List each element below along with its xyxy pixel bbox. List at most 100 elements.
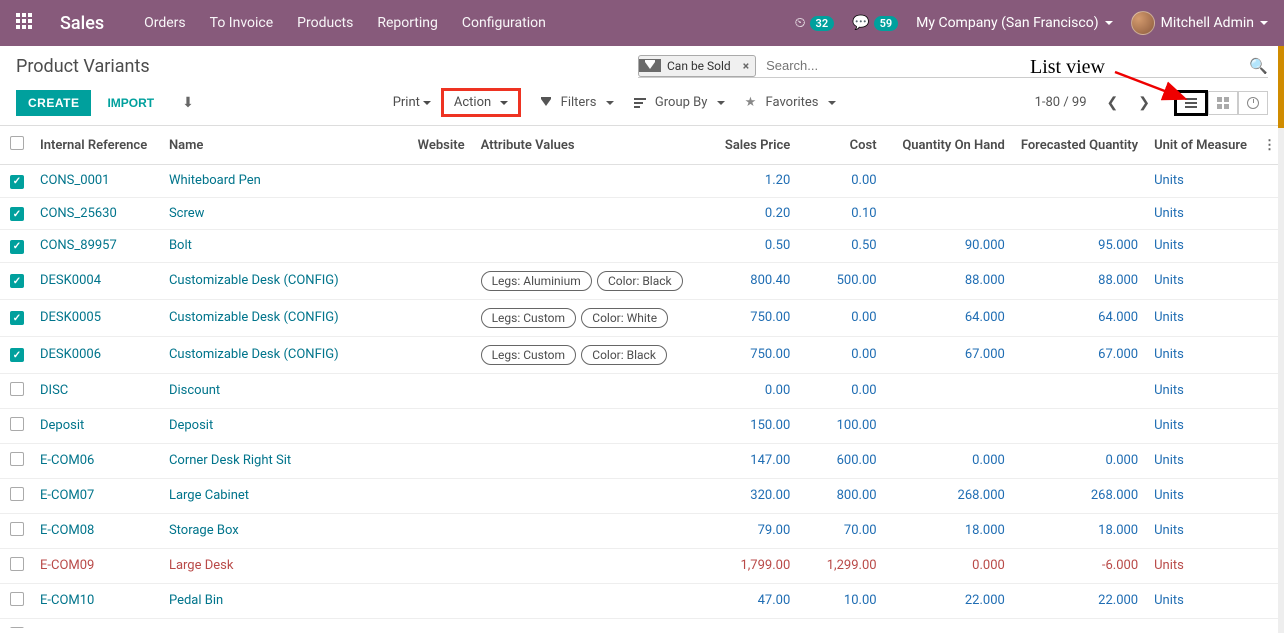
- cell-fq[interactable]: [1013, 373, 1146, 408]
- cell-fq[interactable]: 22.000: [1013, 583, 1146, 618]
- table-row[interactable]: E-COM11Cabinet with Doors14.0012.50128.0…: [0, 618, 1284, 628]
- cell-name[interactable]: Whiteboard Pen: [169, 173, 261, 188]
- cell-name[interactable]: Customizable Desk (CONFIG): [169, 310, 339, 325]
- cell-cost[interactable]: 0.50: [798, 230, 884, 263]
- column-options[interactable]: ⋮: [1263, 138, 1276, 153]
- table-row[interactable]: E-COM07Large Cabinet320.00800.00268.0002…: [0, 478, 1284, 513]
- cell-website[interactable]: [410, 618, 473, 628]
- cell-cost[interactable]: 600.00: [798, 443, 884, 478]
- row-checkbox[interactable]: ✓: [10, 175, 24, 189]
- row-checkbox[interactable]: [10, 627, 24, 629]
- cell-website[interactable]: [410, 197, 473, 230]
- nav-to-invoice[interactable]: To Invoice: [210, 15, 274, 31]
- table-row[interactable]: ✓CONS_25630Screw0.200.10Units: [0, 197, 1284, 230]
- cell-fq[interactable]: [1013, 197, 1146, 230]
- cell-ref[interactable]: Deposit: [40, 418, 84, 433]
- cell-sales-price[interactable]: 150.00: [693, 408, 799, 443]
- cell-name[interactable]: Large Desk: [169, 558, 234, 573]
- row-checkbox[interactable]: [10, 382, 24, 396]
- header-ref[interactable]: Internal Reference: [32, 126, 161, 165]
- cell-fq[interactable]: 64.000: [1013, 299, 1146, 336]
- cell-fq[interactable]: -6.000: [1013, 548, 1146, 583]
- row-checkbox[interactable]: [10, 417, 24, 431]
- cell-name[interactable]: Deposit: [169, 418, 213, 433]
- scrollbar[interactable]: [1278, 46, 1284, 633]
- table-row[interactable]: E-COM09Large Desk1,799.001,299.000.000-6…: [0, 548, 1284, 583]
- cell-fq[interactable]: 18.000: [1013, 513, 1146, 548]
- cell-fq[interactable]: 0.000: [1013, 443, 1146, 478]
- cell-uom[interactable]: Units: [1146, 443, 1255, 478]
- row-checkbox[interactable]: [10, 452, 24, 466]
- select-all-checkbox[interactable]: [10, 136, 24, 150]
- header-sales-price[interactable]: Sales Price: [693, 126, 799, 165]
- cell-ref[interactable]: E-COM09: [40, 558, 94, 573]
- cell-qoh[interactable]: [885, 373, 1013, 408]
- cell-qoh[interactable]: [885, 408, 1013, 443]
- cell-ref[interactable]: E-COM07: [40, 488, 94, 503]
- cell-website[interactable]: [410, 408, 473, 443]
- row-checkbox[interactable]: [10, 592, 24, 606]
- download-icon[interactable]: ⬇: [182, 94, 194, 111]
- cell-uom[interactable]: Units: [1146, 478, 1255, 513]
- cell-cost[interactable]: 10.00: [798, 583, 884, 618]
- cell-website[interactable]: [410, 548, 473, 583]
- cell-fq[interactable]: 67.000: [1013, 336, 1146, 373]
- row-checkbox[interactable]: ✓: [10, 311, 24, 325]
- cell-ref[interactable]: DESK0006: [40, 347, 101, 362]
- nav-configuration[interactable]: Configuration: [462, 15, 546, 31]
- row-checkbox[interactable]: [10, 487, 24, 501]
- cell-sales-price[interactable]: 79.00: [693, 513, 799, 548]
- cell-attr[interactable]: Legs: Aluminium Color: Black: [473, 262, 693, 299]
- table-row[interactable]: ✓DESK0005Customizable Desk (CONFIG)Legs:…: [0, 299, 1284, 336]
- table-row[interactable]: ✓CONS_89957Bolt0.500.5090.00095.000Units: [0, 230, 1284, 263]
- cell-name[interactable]: Corner Desk Right Sit: [169, 453, 291, 468]
- cell-website[interactable]: [410, 230, 473, 263]
- cell-attr[interactable]: [473, 513, 693, 548]
- cell-name[interactable]: Customizable Desk (CONFIG): [169, 347, 339, 362]
- cell-cost[interactable]: 0.10: [798, 197, 884, 230]
- cell-qoh[interactable]: 22.000: [885, 583, 1013, 618]
- cell-uom[interactable]: Units: [1146, 618, 1255, 628]
- table-row[interactable]: E-COM10Pedal Bin47.0010.0022.00022.000Un…: [0, 583, 1284, 618]
- cell-sales-price[interactable]: 800.40: [693, 262, 799, 299]
- table-row[interactable]: ✓DESK0004Customizable Desk (CONFIG)Legs:…: [0, 262, 1284, 299]
- row-checkbox[interactable]: ✓: [10, 274, 24, 288]
- view-kanban-button[interactable]: [1208, 91, 1238, 115]
- cell-qoh[interactable]: [885, 165, 1013, 198]
- cell-uom[interactable]: Units: [1146, 583, 1255, 618]
- discuss-indicator[interactable]: 💬 59: [852, 15, 898, 31]
- groupby-dropdown[interactable]: Group By: [626, 90, 733, 115]
- cell-qoh[interactable]: [885, 197, 1013, 230]
- cell-uom[interactable]: Units: [1146, 197, 1255, 230]
- apps-icon[interactable]: [16, 13, 36, 33]
- cell-cost[interactable]: 100.00: [798, 408, 884, 443]
- cell-name[interactable]: Large Cabinet: [169, 488, 249, 503]
- table-row[interactable]: E-COM08Storage Box79.0070.0018.00018.000…: [0, 513, 1284, 548]
- cell-uom[interactable]: Units: [1146, 548, 1255, 583]
- row-checkbox[interactable]: ✓: [10, 207, 24, 221]
- cell-cost[interactable]: 0.00: [798, 165, 884, 198]
- company-switcher[interactable]: My Company (San Francisco): [916, 15, 1112, 31]
- cell-uom[interactable]: Units: [1146, 336, 1255, 373]
- create-button[interactable]: CREATE: [16, 90, 91, 116]
- import-button[interactable]: IMPORT: [95, 90, 166, 116]
- header-cost[interactable]: Cost: [798, 126, 884, 165]
- filters-dropdown[interactable]: Filters: [533, 90, 621, 115]
- pager-text[interactable]: 1-80 / 99: [1035, 95, 1087, 110]
- cell-name[interactable]: Bolt: [169, 238, 192, 253]
- cell-cost[interactable]: 0.00: [798, 299, 884, 336]
- cell-cost[interactable]: 800.00: [798, 478, 884, 513]
- cell-ref[interactable]: E-COM10: [40, 593, 94, 608]
- cell-attr[interactable]: [473, 548, 693, 583]
- cell-name[interactable]: Customizable Desk (CONFIG): [169, 273, 339, 288]
- cell-website[interactable]: [410, 513, 473, 548]
- cell-ref[interactable]: DESK0005: [40, 310, 101, 325]
- header-qoh[interactable]: Quantity On Hand: [885, 126, 1013, 165]
- cell-attr[interactable]: Legs: Custom Color: Black: [473, 336, 693, 373]
- cell-website[interactable]: [410, 262, 473, 299]
- cell-qoh[interactable]: 67.000: [885, 336, 1013, 373]
- row-checkbox[interactable]: ✓: [10, 240, 24, 254]
- cell-fq[interactable]: [1013, 165, 1146, 198]
- cell-sales-price[interactable]: 14.00: [693, 618, 799, 628]
- cell-qoh[interactable]: 0.000: [885, 443, 1013, 478]
